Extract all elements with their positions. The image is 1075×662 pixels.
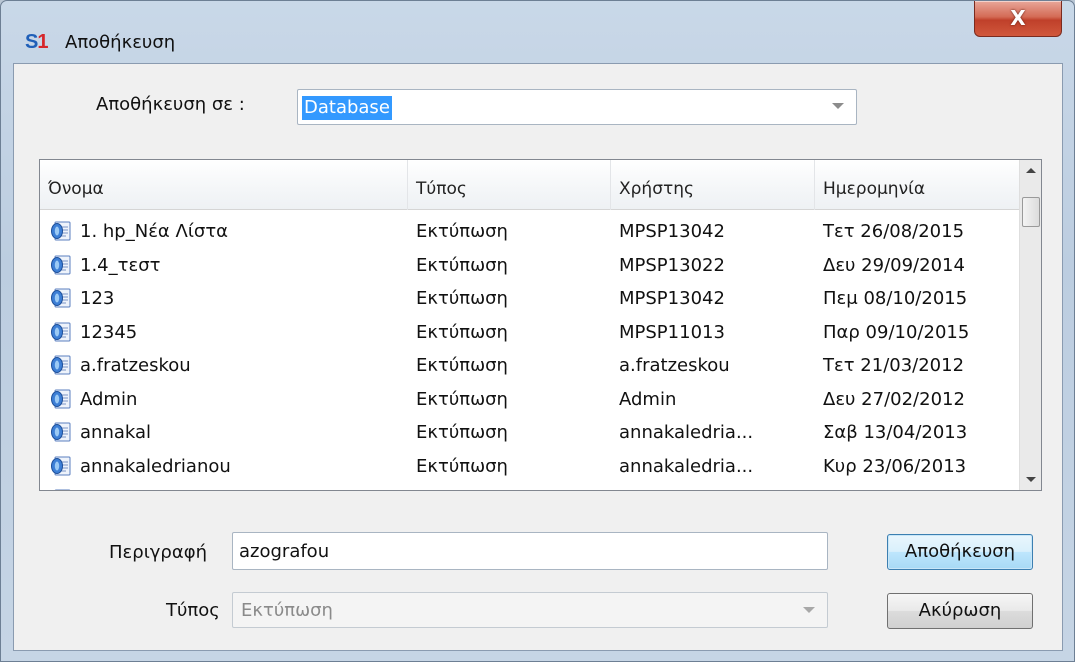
row-user: Admin	[619, 388, 677, 410]
row-user: a.fratzeskou	[619, 355, 730, 376]
row-user: annakaledria...	[619, 455, 754, 477]
save-in-label: Αποθήκευση σε :	[96, 94, 245, 115]
vertical-scrollbar[interactable]	[1019, 160, 1041, 490]
type-label: Τύπος	[166, 600, 220, 621]
row-type: Εκτύπωση	[416, 254, 508, 276]
document-icon	[50, 287, 72, 309]
row-name: 123	[80, 288, 115, 309]
chevron-down-icon[interactable]	[803, 607, 815, 613]
logo-one: 1	[37, 31, 49, 53]
list-item[interactable]: annakaledrianou Εκτύπωση annakaledria... Κυ…	[40, 450, 1020, 484]
row-user: annakaledria...	[619, 422, 754, 443]
chevron-down-icon[interactable]	[832, 103, 844, 109]
row-type: Εκτύπωση	[416, 321, 508, 343]
row-type: Εκτύπωση	[416, 455, 508, 477]
save-in-dropdown[interactable]: Database	[297, 89, 857, 125]
cancel-button[interactable]: Ακύρωση	[887, 593, 1033, 629]
row-date: Τετ 21/03/2012	[823, 355, 965, 376]
column-header-name[interactable]: Όνομα	[40, 160, 408, 210]
save-dialog: S1 Αποθήκευση X Αποθήκευση σε : Database…	[0, 0, 1075, 662]
document-icon	[50, 321, 72, 343]
row-type: Εκτύπωση	[416, 355, 508, 376]
row-name: 1. hp_Νέα Λίστα	[80, 221, 229, 242]
close-icon: X	[1010, 6, 1026, 30]
list-item[interactable]: 1. hp_Νέα Λίστα Εκτύπωση MPSP13042 Τετ 26/0…	[40, 215, 1020, 249]
scroll-thumb[interactable]	[1022, 197, 1040, 227]
scroll-down-icon[interactable]	[1020, 468, 1041, 490]
scroll-up-icon[interactable]	[1020, 160, 1041, 182]
row-user: antonis_lin	[619, 483, 716, 490]
row-user: MPSP13022	[619, 254, 725, 276]
dialog-body: Αποθήκευση σε : Database Όνομα Τύπος Χρή…	[13, 63, 1063, 651]
document-icon	[50, 455, 72, 477]
row-type: Εκτύπωση	[416, 422, 508, 443]
logo-s: S	[25, 31, 38, 53]
list-item[interactable]: 1.4_τεστ Εκτύπωση MPSP13022 Δευ 29/09/2014	[40, 249, 1020, 283]
list-item[interactable]: antonis_lin Εκτύπωση antonis_lin Τετ 28/03/…	[40, 483, 1020, 490]
title-bar: S1 Αποθήκευση X	[1, 1, 1074, 63]
list-item[interactable]: a.fratzeskou Εκτύπωση a.fratzeskou Τετ 21/0…	[40, 349, 1020, 383]
row-name: a.fratzeskou	[80, 355, 191, 376]
row-name: annakal	[80, 422, 152, 443]
column-header-date[interactable]: Ημερομηνία	[815, 160, 1020, 210]
row-name: annakaledrianou	[80, 455, 231, 477]
column-header-type[interactable]: Τύπος	[408, 160, 611, 210]
row-date: Πεμ 08/10/2015	[823, 288, 968, 309]
row-user: MPSP13042	[619, 288, 725, 309]
description-input[interactable]	[232, 532, 828, 570]
row-type: Εκτύπωση	[416, 388, 508, 410]
document-icon	[50, 354, 72, 376]
row-type: Εκτύπωση	[416, 483, 508, 490]
row-name: antonis_lin	[80, 483, 177, 490]
row-name: Admin	[80, 388, 138, 410]
document-icon	[50, 488, 72, 490]
save-button[interactable]: Αποθήκευση	[887, 534, 1033, 570]
save-in-value: Database	[302, 96, 392, 120]
type-value: Εκτύπωση	[241, 600, 333, 621]
list-item[interactable]: 123 Εκτύπωση MPSP13042 Πεμ 08/10/2015	[40, 282, 1020, 316]
row-type: Εκτύπωση	[416, 221, 508, 242]
document-icon	[50, 388, 72, 410]
document-icon	[50, 220, 72, 242]
type-dropdown[interactable]: Εκτύπωση	[232, 592, 828, 628]
row-user: MPSP13042	[619, 221, 725, 242]
row-date: Δευ 29/09/2014	[823, 254, 965, 276]
app-logo-icon: S1	[25, 30, 59, 54]
row-date: Σαβ 13/04/2013	[823, 422, 968, 443]
document-icon	[50, 254, 72, 276]
list-header: Όνομα Τύπος Χρήστης Ημερομηνία	[40, 160, 1020, 210]
description-label: Περιγραφή	[109, 542, 208, 563]
close-button[interactable]: X	[974, 1, 1062, 37]
row-date: Δευ 27/02/2012	[823, 388, 965, 410]
row-name: 1.4_τεστ	[80, 254, 161, 276]
row-user: MPSP11013	[619, 321, 725, 343]
list-item[interactable]: 12345 Εκτύπωση MPSP11013 Παρ 09/10/2015	[40, 316, 1020, 350]
list-item[interactable]: Admin Εκτύπωση Admin Δευ 27/02/2012	[40, 383, 1020, 417]
row-type: Εκτύπωση	[416, 288, 508, 309]
row-date: Τετ 28/03/2012	[823, 483, 964, 490]
row-date: Τετ 26/08/2015	[823, 221, 965, 242]
row-date: Κυρ 23/06/2013	[823, 455, 967, 477]
window-title: Αποθήκευση	[65, 32, 176, 53]
list-rows: 1. hp_Νέα Λίστα Εκτύπωση MPSP13042 Τετ 26/0…	[40, 215, 1020, 490]
row-name: 12345	[80, 321, 138, 343]
row-date: Παρ 09/10/2015	[823, 321, 970, 343]
column-header-user[interactable]: Χρήστης	[611, 160, 815, 210]
file-list[interactable]: Όνομα Τύπος Χρήστης Ημερομηνία 1. hp_Νέα…	[39, 159, 1042, 491]
list-item[interactable]: annakal Εκτύπωση annakaledria... Σαβ 13/04/…	[40, 416, 1020, 450]
document-icon	[50, 421, 72, 443]
